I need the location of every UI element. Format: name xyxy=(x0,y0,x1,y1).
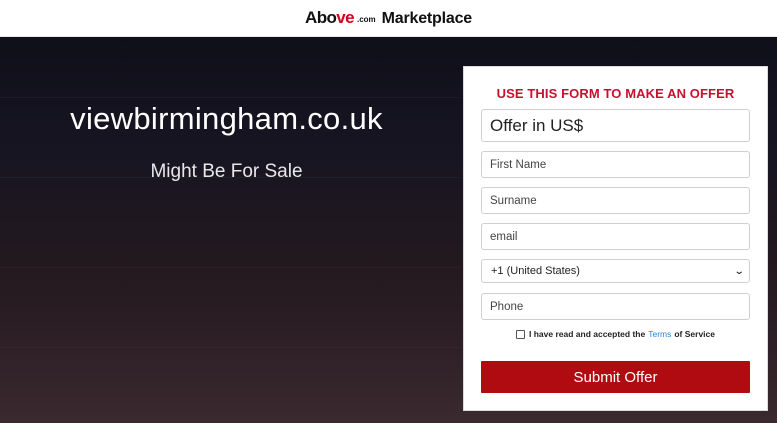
background-stripe xyxy=(0,347,460,348)
top-bar: Above .com Marketplace xyxy=(0,0,777,37)
offer-amount-input[interactable] xyxy=(481,109,750,142)
offer-form: USE THIS FORM TO MAKE AN OFFER +1 (Unite… xyxy=(463,66,768,411)
background-stripe xyxy=(0,267,460,268)
submit-offer-button[interactable]: Submit Offer xyxy=(481,361,750,393)
terms-suffix: of Service xyxy=(674,329,715,339)
above-marketplace-logo[interactable]: Above .com Marketplace xyxy=(305,8,472,28)
form-title: USE THIS FORM TO MAKE AN OFFER xyxy=(496,86,735,101)
logo-brand-ve: ve xyxy=(336,8,354,27)
logo-dotcom: .com xyxy=(357,15,376,24)
country-code-value: +1 (United States) xyxy=(491,265,580,277)
terms-checkbox[interactable] xyxy=(516,329,525,339)
email-input[interactable] xyxy=(481,223,750,250)
logo-brand: Above xyxy=(305,8,355,28)
country-code-select[interactable]: +1 (United States) ⌄ xyxy=(481,259,750,283)
first-name-input[interactable] xyxy=(481,151,750,178)
sale-tagline: Might Be For Sale xyxy=(150,161,303,182)
background-stripe xyxy=(0,97,460,98)
surname-input[interactable] xyxy=(481,187,750,214)
chevron-down-icon: ⌄ xyxy=(733,265,745,277)
domain-name: viewbirmingham.co.uk xyxy=(70,101,383,136)
terms-prefix: I have read and accepted the xyxy=(529,329,646,339)
phone-input[interactable] xyxy=(481,293,750,320)
logo-marketplace: Marketplace xyxy=(381,10,472,27)
logo-brand-left: Abo xyxy=(305,8,337,27)
terms-link[interactable]: Terms xyxy=(648,329,671,339)
terms-row: I have read and accepted the Terms of Se… xyxy=(464,329,767,339)
